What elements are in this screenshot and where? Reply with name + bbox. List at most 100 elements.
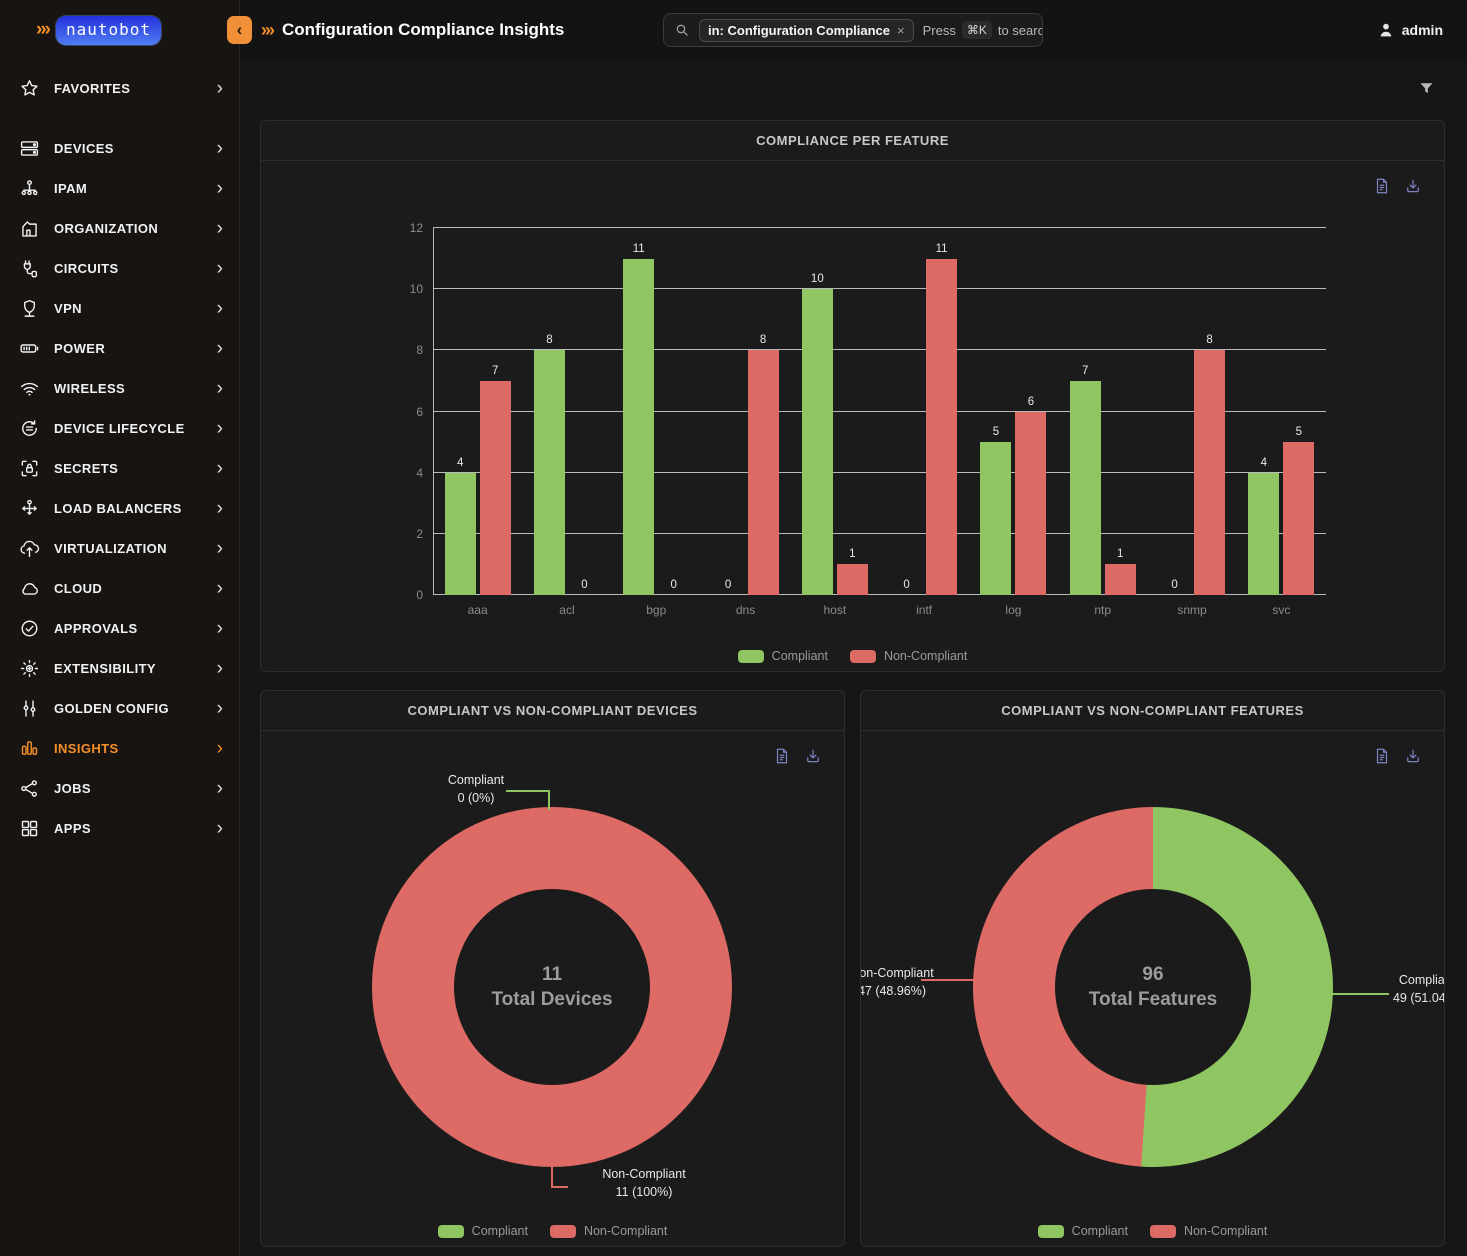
sidebar-item-golden-config[interactable]: GOLDEN CONFIG› [0, 688, 239, 728]
total-features-label: Total Features [1089, 989, 1217, 1011]
chevron-right-icon: › [217, 259, 223, 278]
bar-slot: 8 [748, 228, 779, 595]
slice-name: Non-Compliant [544, 1165, 744, 1183]
x-tick-label: log [969, 603, 1058, 617]
bar-compliant [623, 259, 654, 595]
sidebar-item-label: JOBS [54, 781, 91, 796]
bar-value-label: 0 [581, 579, 587, 591]
gear-icon [19, 657, 41, 679]
wifi-icon [19, 377, 41, 399]
legend-item-non-compliant[interactable]: Non-Compliant [550, 1224, 667, 1238]
sidebar-item-label: LOAD BALANCERS [54, 501, 182, 516]
sidebar-item-jobs[interactable]: JOBS› [0, 768, 239, 808]
x-tick-label: host [790, 603, 879, 617]
label-connector [921, 979, 976, 981]
lock-icon [19, 457, 41, 479]
search-placeholder: Press ⌘K to search [923, 21, 1043, 39]
download-icon[interactable] [804, 747, 822, 765]
sidebar-item-power[interactable]: POWER› [0, 328, 239, 368]
sidebar-item-approvals[interactable]: APPROVALS› [0, 608, 239, 648]
legend-label: Non-Compliant [1184, 1224, 1267, 1238]
legend-item-non-compliant[interactable]: Non-Compliant [1150, 1224, 1267, 1238]
features-donut-body: 96 Total Features Non-Compliant 47 (48.9… [861, 731, 1444, 1246]
sidebar-item-wireless[interactable]: WIRELESS› [0, 368, 239, 408]
sidebar-item-secrets[interactable]: SECRETS› [0, 448, 239, 488]
sidebar-item-extensibility[interactable]: EXTENSIBILITY› [0, 648, 239, 688]
sidebar-item-ipam[interactable]: IPAM› [0, 168, 239, 208]
user-menu[interactable]: admin [1377, 0, 1443, 60]
data-view-icon[interactable] [1373, 747, 1391, 765]
sidebar-item-devices[interactable]: DEVICES› [0, 128, 239, 168]
bar-group-ntp: 71 [1058, 228, 1147, 595]
sidebar-item-apps[interactable]: APPS› [0, 808, 239, 848]
sidebar-item-organization[interactable]: ORGANIZATION› [0, 208, 239, 248]
sidebar-item-circuits[interactable]: CIRCUITS › [0, 248, 239, 288]
legend-swatch [1150, 1225, 1176, 1238]
chevron-right-icon: › [217, 419, 223, 438]
star-icon [19, 77, 41, 99]
legend-swatch [738, 650, 764, 663]
legend-item-compliant[interactable]: Compliant [1038, 1224, 1128, 1238]
sidebar-item-virtualization[interactable]: VIRTUALIZATION› [0, 528, 239, 568]
chevron-right-icon: › [217, 539, 223, 558]
search-placeholder-prefix: Press [923, 23, 956, 38]
data-view-icon[interactable] [773, 747, 791, 765]
bar-chart-plot: 02468101247801100810101156710845 [433, 228, 1326, 595]
chip-close-icon[interactable]: × [897, 23, 905, 38]
download-icon[interactable] [1404, 747, 1422, 765]
chevron-right-icon: › [217, 659, 223, 678]
collapse-chevron-icon: ‹ [237, 20, 243, 40]
bar-group-dns: 08 [701, 228, 790, 595]
sidebar-item-label: WIRELESS [54, 381, 125, 396]
sidebar-collapse-button[interactable]: ‹ [227, 16, 252, 44]
sidebar-item-label: CIRCUITS [54, 261, 119, 276]
bar-compliant [802, 289, 833, 595]
legend-label: Compliant [472, 1224, 528, 1238]
bar-slot: 0 [713, 228, 744, 595]
search-chip-label: in: Configuration Compliance [708, 23, 890, 38]
legend-swatch [550, 1225, 576, 1238]
legend-swatch [438, 1225, 464, 1238]
search-filter-chip[interactable]: in: Configuration Compliance × [699, 19, 914, 42]
sidebar-item-device-lifecycle[interactable]: DEVICE LIFECYCLE› [0, 408, 239, 448]
y-tick-label: 6 [393, 405, 423, 419]
bar-non-compliant [1105, 564, 1136, 595]
y-tick-label: 12 [393, 221, 423, 235]
bar-value-label: 0 [671, 579, 677, 591]
card-title: COMPLIANT VS NON-COMPLIANT FEATURES [1001, 703, 1304, 718]
y-tick-label: 2 [393, 527, 423, 541]
bar-value-label: 4 [1261, 457, 1267, 469]
filter-funnel-icon[interactable] [1418, 80, 1435, 97]
sidebar-item-favorites[interactable]: FAVORITES› [0, 68, 239, 108]
legend-item-non-compliant[interactable]: Non-Compliant [850, 649, 967, 663]
sidebar-item-vpn[interactable]: VPN› [0, 288, 239, 328]
legend-item-compliant[interactable]: Compliant [438, 1224, 528, 1238]
bar-slot: 5 [1283, 228, 1314, 595]
download-icon[interactable] [1404, 177, 1422, 195]
x-tick-label: aaa [433, 603, 522, 617]
plug-icon [19, 257, 41, 279]
share-icon [19, 777, 41, 799]
bar-slot: 10 [802, 228, 833, 595]
bar-value-label: 0 [903, 579, 909, 591]
bar-slot: 1 [1105, 228, 1136, 595]
legend-label: Compliant [1072, 1224, 1128, 1238]
cloud-up-icon [19, 537, 41, 559]
user-icon [1377, 21, 1395, 39]
sidebar-item-insights[interactable]: INSIGHTS› [0, 728, 239, 768]
logo[interactable]: ››› nautobot [0, 0, 239, 60]
label-connector [548, 790, 550, 810]
data-view-icon[interactable] [1373, 177, 1391, 195]
lifecycle-icon [19, 417, 41, 439]
bar-slot: 8 [1194, 228, 1225, 595]
search-input[interactable]: in: Configuration Compliance × Press ⌘K … [663, 13, 1043, 47]
sidebar-item-cloud[interactable]: CLOUD› [0, 568, 239, 608]
sidebar-item-load-balancers[interactable]: LOAD BALANCERS› [0, 488, 239, 528]
sidebar-item-label: GOLDEN CONFIG [54, 701, 169, 716]
features-donut-card: COMPLIANT VS NON-COMPLIANT FEATURES 96 T… [860, 690, 1445, 1247]
bar-slot: 0 [1159, 228, 1190, 595]
bar-non-compliant [480, 381, 511, 595]
legend-item-compliant[interactable]: Compliant [738, 649, 828, 663]
bar-value-label: 11 [936, 243, 948, 255]
bar-slot: 4 [445, 228, 476, 595]
